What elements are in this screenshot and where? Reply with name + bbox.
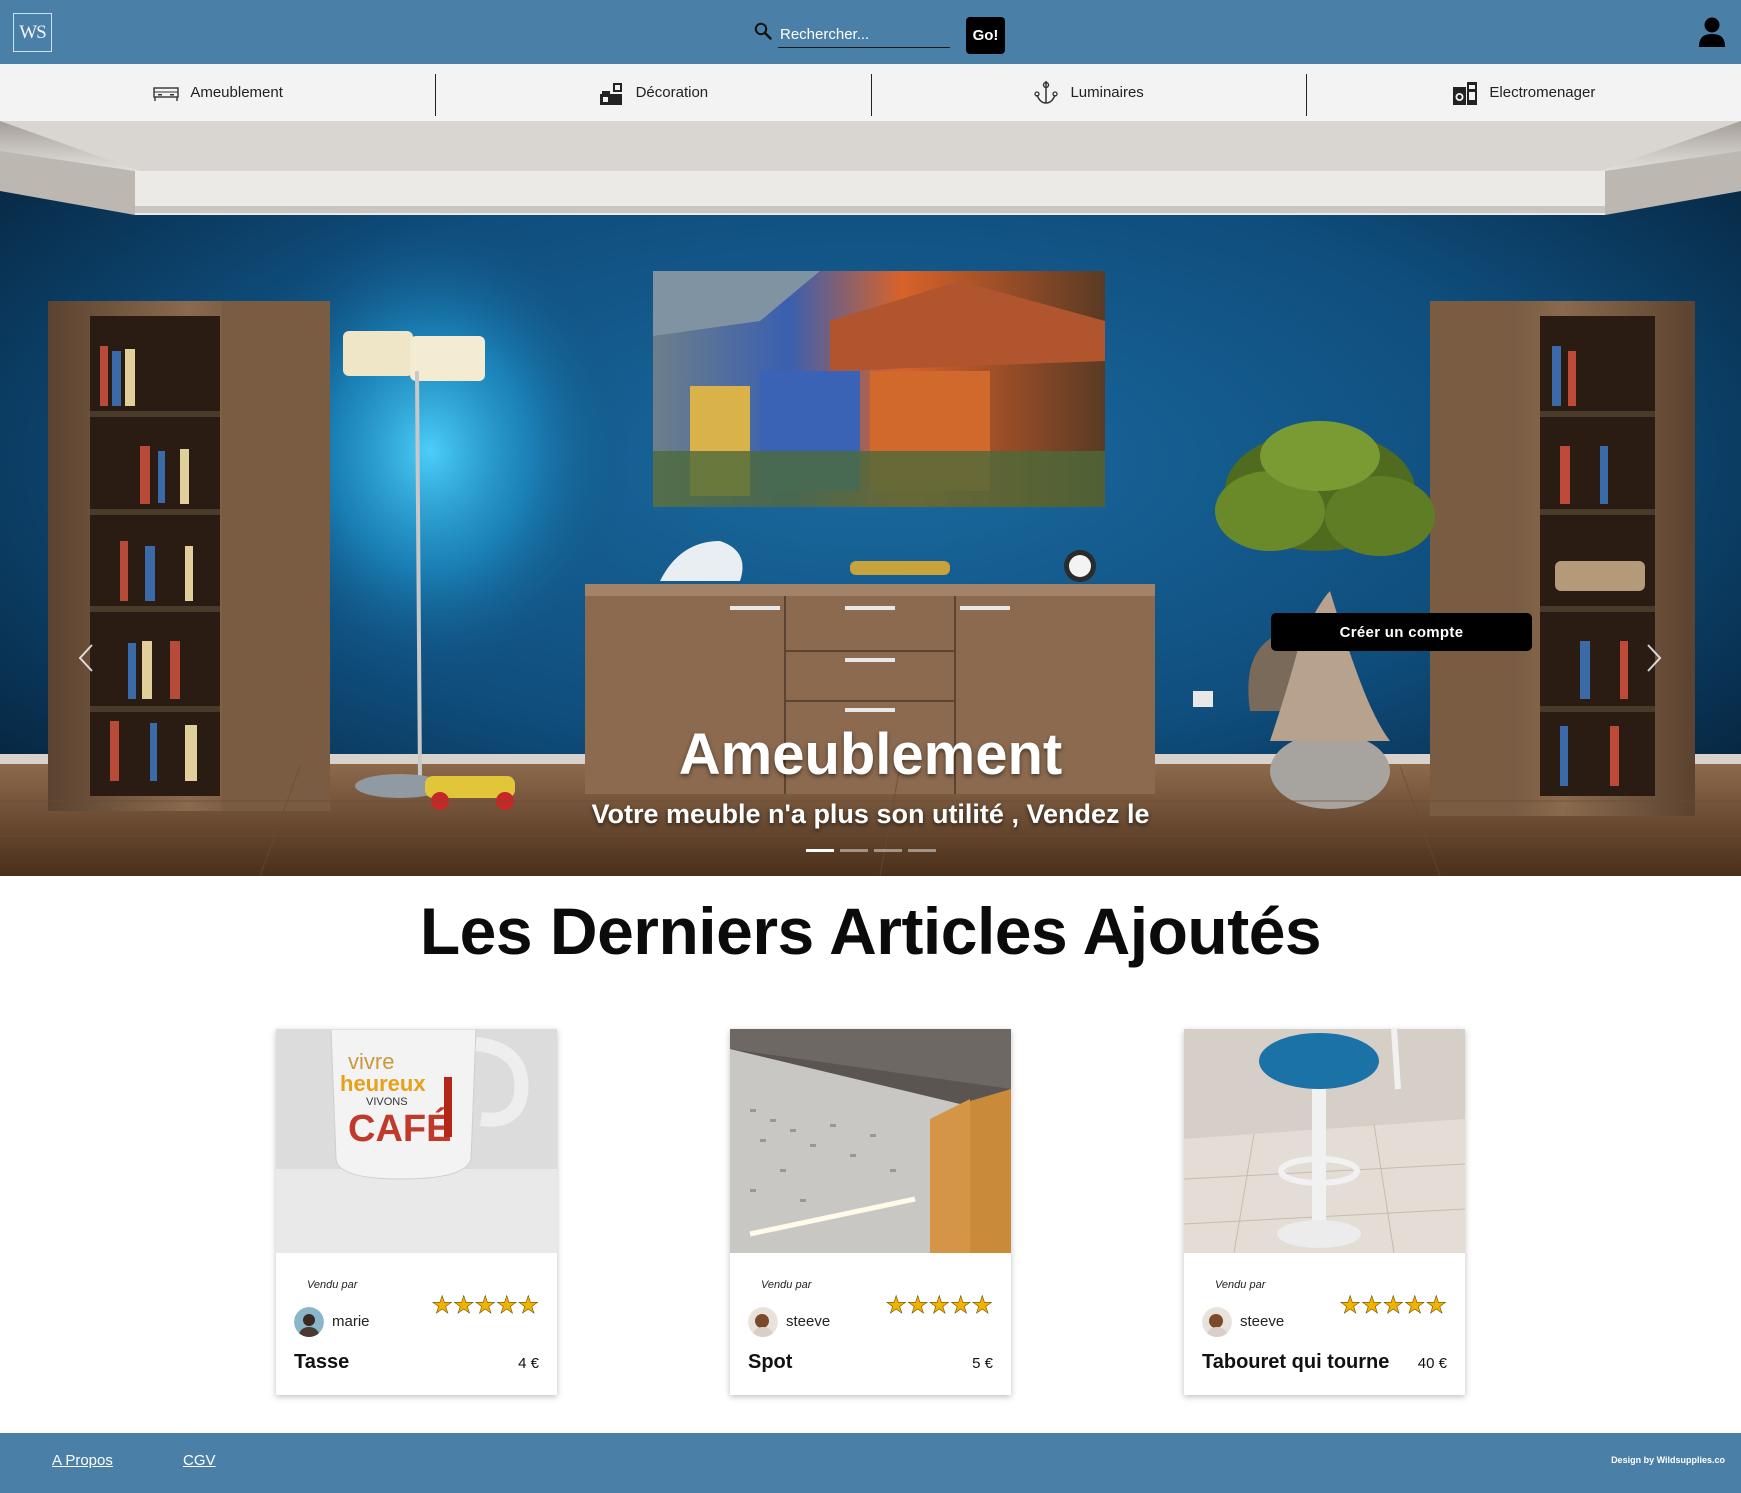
user-account-icon[interactable] bbox=[1698, 16, 1726, 48]
search-icon bbox=[754, 22, 772, 40]
carousel-dot[interactable] bbox=[840, 849, 868, 852]
article-card[interactable]: Vendu par steeve ★★★★★ Tabouret qui tour… bbox=[1184, 1029, 1465, 1395]
decoration-icon bbox=[599, 82, 622, 105]
search-go-button[interactable]: Go! bbox=[966, 17, 1005, 54]
create-account-button[interactable]: Créer un compte bbox=[1271, 613, 1532, 651]
product-image-spot bbox=[730, 1029, 1011, 1253]
carousel-indicators bbox=[806, 849, 936, 852]
search-input[interactable] bbox=[778, 22, 950, 48]
sold-by-label: Vendu par bbox=[307, 1279, 358, 1291]
svg-text:heureux: heureux bbox=[340, 1071, 426, 1096]
bed-icon bbox=[153, 86, 180, 101]
hero-subtitle: Votre meuble n'a plus son utilité , Vend… bbox=[591, 799, 1150, 829]
svg-text:VIVONS: VIVONS bbox=[366, 1096, 408, 1108]
seller-avatar[interactable] bbox=[748, 1307, 778, 1337]
carousel-prev-icon[interactable] bbox=[74, 641, 100, 675]
category-luminaires[interactable]: Luminaires bbox=[870, 64, 1306, 121]
product-name[interactable]: Tasse bbox=[294, 1351, 349, 1374]
appliance-icon bbox=[1453, 81, 1478, 105]
seller-name[interactable]: steeve bbox=[786, 1313, 830, 1330]
article-card[interactable]: Vendu par steeve ★★★★★ Spot 5 € bbox=[730, 1029, 1011, 1395]
hero-title: Ameublement bbox=[678, 722, 1063, 787]
category-label: Ameublement bbox=[190, 84, 283, 101]
product-image-mug: vivre heureux VIVONS CAFÉ bbox=[276, 1029, 557, 1253]
product-name[interactable]: Tabouret qui tourne bbox=[1202, 1351, 1389, 1374]
product-price: 40 € bbox=[1417, 1355, 1447, 1372]
category-label: Luminaires bbox=[1070, 84, 1144, 101]
category-electromenager[interactable]: Electromenager bbox=[1305, 64, 1741, 121]
carousel-dot[interactable] bbox=[908, 849, 936, 852]
hero-carousel: Créer un compte Ameublement Votre meuble… bbox=[0, 121, 1741, 876]
category-label: Electromenager bbox=[1489, 84, 1596, 101]
rating-stars: ★★★★★ bbox=[1339, 1292, 1447, 1320]
design-credit: Design by Wildsupplies.co bbox=[1611, 1455, 1725, 1465]
seller-avatar[interactable] bbox=[294, 1307, 324, 1337]
footer-link-a-propos[interactable]: A Propos bbox=[52, 1452, 113, 1469]
seller-avatar[interactable] bbox=[1202, 1307, 1232, 1337]
seller-name[interactable]: marie bbox=[332, 1313, 370, 1330]
product-image-stool bbox=[1184, 1029, 1465, 1253]
svg-text:CAFÉ: CAFÉ bbox=[348, 1106, 451, 1150]
carousel-next-icon[interactable] bbox=[1640, 641, 1666, 675]
rating-stars: ★★★★★ bbox=[431, 1292, 539, 1320]
seller-name[interactable]: steeve bbox=[1240, 1313, 1284, 1330]
footer-link-cgv[interactable]: CGV bbox=[183, 1452, 216, 1469]
top-header: WS Go! bbox=[0, 0, 1741, 64]
site-footer: A Propos CGV Design by Wildsupplies.co bbox=[0, 1433, 1741, 1493]
site-logo[interactable]: WS bbox=[13, 13, 52, 52]
rating-stars: ★★★★★ bbox=[885, 1292, 993, 1320]
search-bar bbox=[754, 20, 950, 50]
category-label: Décoration bbox=[635, 84, 709, 101]
carousel-dot[interactable] bbox=[806, 849, 834, 852]
sold-by-label: Vendu par bbox=[761, 1279, 812, 1291]
carousel-dot[interactable] bbox=[874, 849, 902, 852]
logo-text: WS bbox=[19, 21, 46, 43]
article-card[interactable]: vivre heureux VIVONS CAFÉ Vendu par mari… bbox=[276, 1029, 557, 1395]
product-name[interactable]: Spot bbox=[748, 1351, 792, 1374]
latest-articles-heading: Les Derniers Articles Ajoutés bbox=[419, 894, 1322, 968]
product-price: 5 € bbox=[972, 1355, 993, 1372]
category-decoration[interactable]: Décoration bbox=[435, 64, 870, 121]
product-price: 4 € bbox=[518, 1355, 539, 1372]
category-ameublement[interactable]: Ameublement bbox=[0, 64, 435, 121]
lamp-icon bbox=[1034, 80, 1059, 104]
category-nav: Ameublement Décoration Luminaires Electr… bbox=[0, 64, 1741, 121]
sold-by-label: Vendu par bbox=[1215, 1279, 1266, 1291]
